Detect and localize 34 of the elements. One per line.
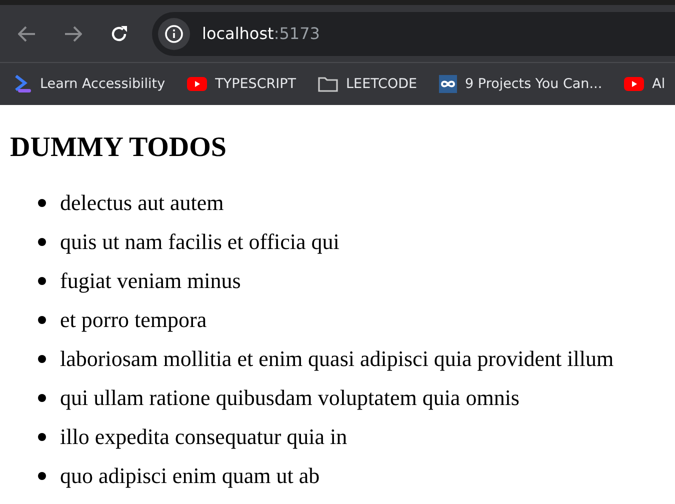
bullet-icon bbox=[38, 238, 46, 246]
bullet-icon bbox=[38, 432, 46, 440]
folder-icon bbox=[318, 76, 338, 92]
infinity-icon bbox=[439, 75, 458, 93]
bullet-icon bbox=[38, 472, 46, 480]
video-play-icon bbox=[187, 77, 208, 91]
url-host: localhost bbox=[202, 24, 274, 43]
page-heading: DUMMY TODOS bbox=[10, 132, 226, 164]
todo-item: delectus aut autem bbox=[60, 190, 224, 216]
bookmark-link[interactable]: LEETCODE bbox=[318, 76, 418, 92]
bookmark-link[interactable]: Learn Accessibility bbox=[14, 75, 166, 93]
bullet-icon bbox=[38, 394, 46, 402]
address-bar[interactable]: localhost:5173 bbox=[152, 12, 675, 56]
bullet-icon bbox=[38, 198, 46, 206]
bookmark-link[interactable]: TYPESCRIPT bbox=[187, 76, 296, 92]
bookmark-link[interactable]: 9 Projects You Can... bbox=[439, 75, 602, 93]
todo-item: quis ut nam facilis et officia qui bbox=[60, 228, 340, 254]
url-port: :5173 bbox=[274, 24, 320, 43]
reload-icon[interactable] bbox=[110, 24, 128, 42]
todo-item: laboriosam mollitia et enim quasi adipisci quia provident illum bbox=[60, 346, 614, 372]
bullet-icon bbox=[38, 316, 46, 324]
todo-item: fugiat veniam minus bbox=[60, 268, 241, 294]
forward-icon[interactable] bbox=[64, 26, 82, 42]
todo-item: qui ullam ratione quibusdam voluptatem quia omnis bbox=[60, 384, 520, 410]
info-icon[interactable] bbox=[158, 18, 190, 50]
todo-item: quo adipisci enim quam ut ab bbox=[60, 462, 320, 488]
accessibility-icon bbox=[14, 75, 32, 93]
back-icon[interactable] bbox=[18, 26, 36, 42]
video-play-icon bbox=[624, 77, 644, 91]
todo-item: illo expedita consequatur quia in bbox=[60, 424, 348, 450]
bullet-icon bbox=[38, 354, 46, 362]
todo-item: et porro tempora bbox=[60, 306, 207, 332]
bookmark-link[interactable]: Al bbox=[624, 76, 666, 92]
bullet-icon bbox=[38, 276, 46, 284]
